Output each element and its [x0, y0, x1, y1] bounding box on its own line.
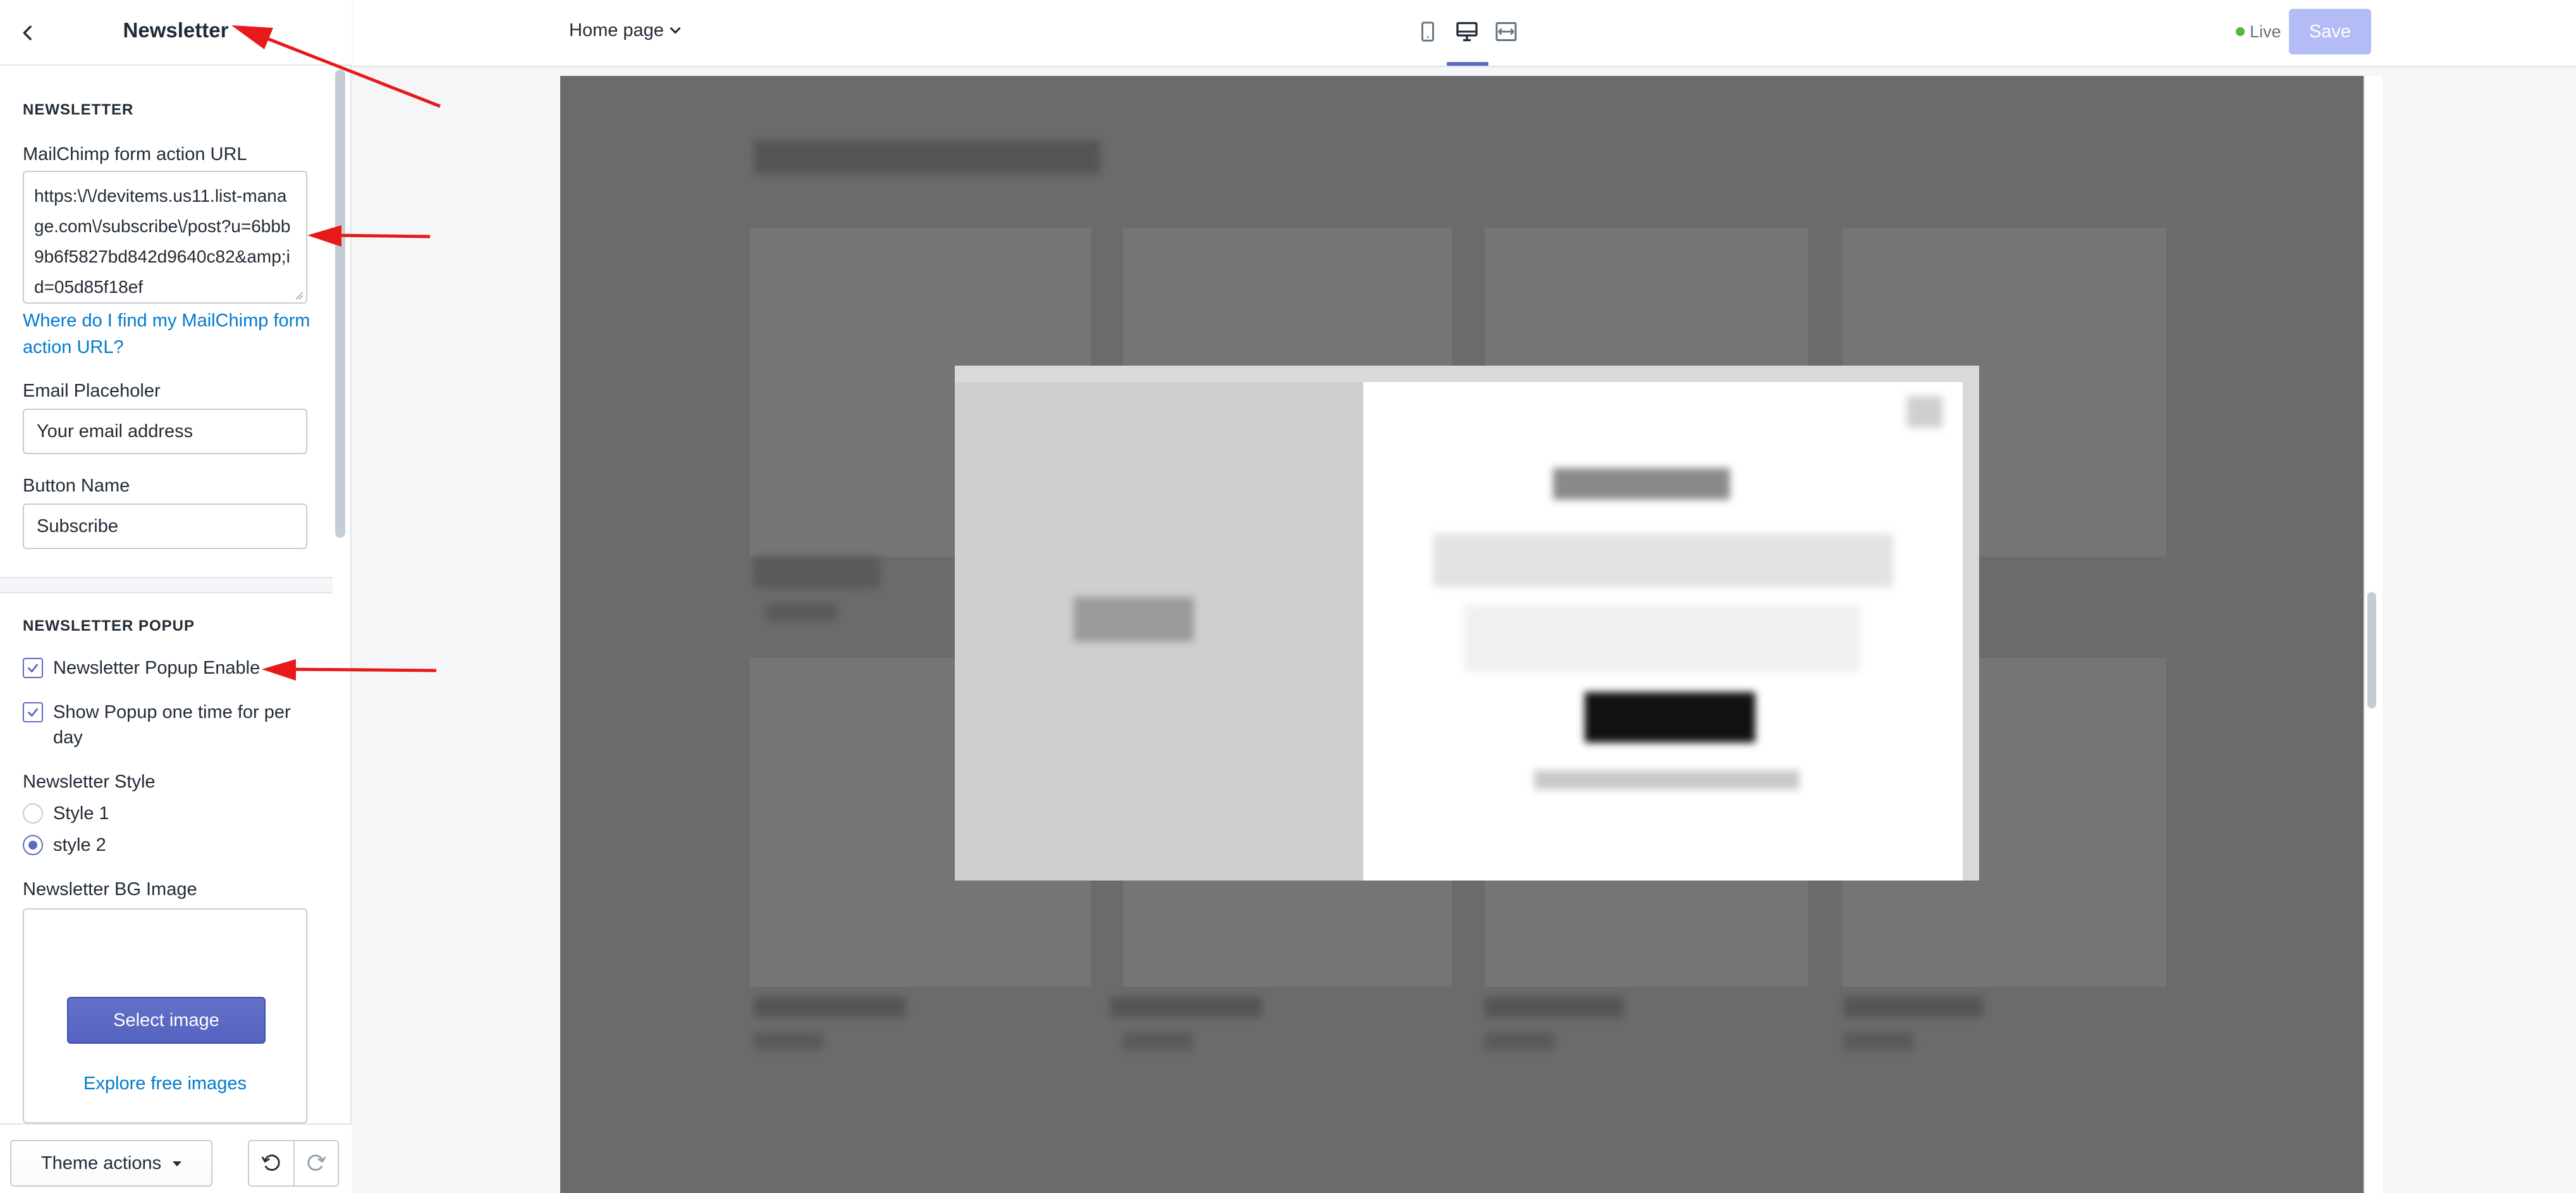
style-2-radio[interactable] — [23, 835, 43, 855]
status-dot-icon — [2236, 27, 2245, 36]
redo-button[interactable] — [293, 1141, 338, 1185]
blurred-text — [1485, 997, 1624, 1017]
store-preview-frame[interactable] — [560, 76, 2364, 1193]
blurred-popup-title — [1553, 468, 1730, 500]
chevron-down-icon — [670, 23, 681, 34]
mobile-view-button[interactable] — [1411, 15, 1444, 48]
theme-actions-label: Theme actions — [40, 1153, 162, 1173]
explore-free-images-link[interactable]: Explore free images — [24, 1070, 306, 1097]
checkmark-icon — [27, 664, 39, 672]
bg-image-picker: Select image Explore free images — [23, 908, 307, 1123]
blurred-text — [754, 997, 905, 1017]
button-name-input[interactable]: Subscribe — [23, 504, 307, 549]
button-name-label: Button Name — [23, 476, 130, 496]
popup-once-label[interactable]: Show Popup one time for per day — [53, 700, 306, 750]
page-selector-label: Home page — [569, 20, 664, 40]
blurred-subscribe-button[interactable] — [1585, 692, 1755, 743]
checkmark-icon — [27, 708, 39, 717]
caret-down-icon — [173, 1161, 182, 1167]
section-divider — [0, 592, 333, 593]
chevron-left-icon — [23, 25, 32, 40]
email-placeholder-label: Email Placeholer — [23, 381, 161, 401]
live-status-label: Live — [2250, 22, 2281, 41]
section-heading-newsletter-popup: NEWSLETTER POPUP — [23, 617, 195, 634]
sidebar-header: Newsletter — [0, 0, 352, 66]
bg-image-label: Newsletter BG Image — [23, 879, 197, 899]
mailchimp-help-link[interactable]: Where do I find my MailChimp form action… — [23, 307, 314, 361]
fullwidth-view-button[interactable] — [1490, 15, 1523, 48]
resize-handle-icon — [295, 292, 304, 300]
close-icon[interactable] — [1907, 396, 1942, 428]
fullwidth-icon — [1495, 22, 1517, 41]
sidebar-scrollbar[interactable] — [335, 70, 345, 538]
preview-toolbar: Home page Live Save — [353, 0, 2576, 67]
undo-redo-group — [248, 1140, 339, 1187]
desktop-icon — [1456, 22, 1478, 42]
section-gap — [0, 578, 333, 592]
blurred-text — [766, 603, 837, 621]
popup-once-checkbox[interactable] — [23, 702, 43, 722]
live-status: Live — [2236, 19, 2281, 44]
blurred-text — [1110, 997, 1262, 1017]
blurred-text — [1844, 1032, 1913, 1050]
mailchimp-url-textarea[interactable]: https:\/\/devitems.us11.list-manage.com\… — [23, 171, 307, 304]
newsletter-popup-modal[interactable] — [955, 366, 1979, 881]
blurred-popup-text — [1433, 534, 1893, 587]
blurred-text — [1123, 1032, 1193, 1050]
mailchimp-url-label: MailChimp form action URL — [23, 144, 247, 164]
newsletter-style-label: Newsletter Style — [23, 772, 156, 792]
section-heading-newsletter: NEWSLETTER — [23, 101, 134, 118]
blurred-logo — [1074, 597, 1194, 641]
blurred-text — [1485, 1032, 1554, 1050]
active-device-indicator — [1447, 62, 1488, 66]
blurred-heading — [754, 140, 1100, 175]
blurred-email-input[interactable] — [1464, 605, 1860, 672]
blurred-text — [754, 557, 880, 588]
sidebar-title: Newsletter — [123, 18, 229, 42]
popup-enable-label[interactable]: Newsletter Popup Enable — [53, 655, 260, 681]
blurred-text — [1844, 997, 1983, 1017]
save-button[interactable]: Save — [2289, 9, 2371, 54]
popup-enable-checkbox[interactable] — [23, 658, 43, 678]
blurred-popup-footnote — [1534, 770, 1800, 789]
style-1-radio[interactable] — [23, 803, 43, 824]
undo-button[interactable] — [249, 1141, 293, 1185]
redo-icon — [307, 1154, 326, 1171]
style-1-label[interactable]: Style 1 — [53, 801, 109, 826]
sidebar-settings-scroll[interactable]: NEWSLETTER MailChimp form action URL htt… — [0, 67, 333, 1123]
theme-actions-button[interactable]: Theme actions — [10, 1140, 212, 1187]
undo-icon — [261, 1154, 280, 1171]
blurred-text — [754, 1032, 823, 1050]
page-selector[interactable]: Home page — [569, 18, 681, 43]
preview-scrollbar[interactable] — [2367, 592, 2376, 708]
style-2-label[interactable]: style 2 — [53, 832, 106, 858]
mobile-icon — [1421, 22, 1434, 42]
email-placeholder-input[interactable]: Your email address — [23, 409, 307, 454]
popup-image-panel — [955, 382, 1363, 881]
theme-editor-sidebar: Newsletter NEWSLETTER MailChimp form act… — [0, 0, 352, 1193]
popup-content-panel — [1363, 382, 1963, 881]
sidebar-footer: Theme actions — [0, 1123, 352, 1193]
select-image-button[interactable]: Select image — [67, 997, 266, 1044]
back-button[interactable] — [11, 16, 44, 49]
desktop-view-button[interactable] — [1451, 15, 1483, 48]
